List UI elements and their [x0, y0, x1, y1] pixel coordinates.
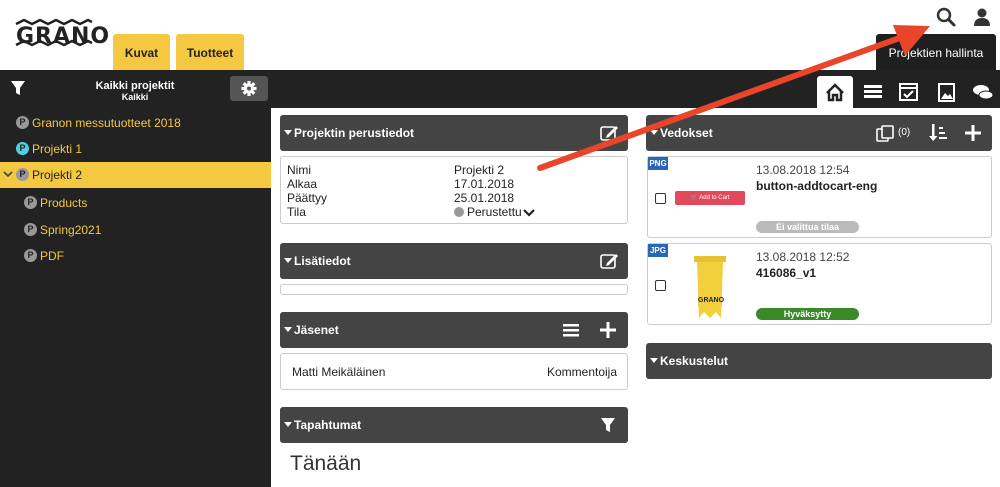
events-header[interactable]: Tapahtumat [280, 407, 628, 443]
logo-text: GRANO [16, 24, 111, 49]
search-icon[interactable] [936, 6, 956, 28]
project-select-title: Kaikki projektit [95, 80, 175, 92]
proofs-header[interactable]: Vedokset (0) [646, 115, 992, 151]
field-value: Projekti 2 [454, 163, 505, 177]
filter-icon[interactable] [10, 80, 26, 96]
cart-icon: 🛒 [690, 195, 698, 201]
proof-date: 13.08.2018 12:52 [756, 250, 850, 264]
home-view-tab[interactable] [817, 76, 853, 108]
list-view-icon[interactable] [856, 76, 890, 108]
proof-date: 13.08.2018 12:54 [756, 163, 850, 177]
list-icon[interactable] [563, 322, 579, 341]
chat-icon[interactable] [966, 76, 1000, 108]
proof-card[interactable]: JPG GRANO 13.08.2018 12:52 416086_v1 Hyv… [647, 243, 992, 325]
caret-down-icon [650, 358, 658, 363]
status-badge[interactable]: Ei valittua tilaa [756, 221, 859, 233]
status-select[interactable]: Perustettu [467, 205, 522, 219]
field-label: Päättyy [287, 191, 328, 205]
calendar-check-icon[interactable] [892, 76, 926, 108]
panel-title: Tapahtumat [294, 418, 362, 432]
filter-icon[interactable] [600, 417, 616, 436]
proof-checkbox[interactable] [655, 193, 666, 204]
panel-title: Projektin perustiedot [294, 126, 415, 140]
basic-info-body: Nimi Projekti 2 Alkaa 17.01.2018 Päättyy… [280, 156, 628, 224]
proof-thumbnail[interactable]: 🛒 Add to Cart [675, 191, 745, 205]
project-badge-icon: P [16, 116, 29, 129]
project-badge-icon: P [16, 142, 29, 155]
sidebar-item-label: Projekti 2 [32, 168, 83, 182]
project-select-subtitle: Kaikki [121, 92, 149, 102]
add-member-icon[interactable] [600, 322, 616, 341]
field-value: 25.01.2018 [454, 191, 515, 205]
app-header: GRANO Kuvat Tuotteet Projektien hallinta [0, 0, 1000, 70]
sidebar-item-projekti-1[interactable]: P Projekti 1 [0, 136, 271, 162]
chevron-down-icon[interactable] [523, 207, 535, 221]
sidebar-item-pdf[interactable]: P PDF [0, 243, 271, 269]
file-type-badge: PNG [648, 157, 668, 170]
project-badge-icon: P [24, 196, 37, 209]
sidebar-item-label: Products [40, 196, 88, 210]
settings-button[interactable] [230, 76, 268, 101]
tab-tuotteet[interactable]: Tuotteet [176, 34, 244, 70]
sidebar-item-projekti-2[interactable]: P Projekti 2 [0, 162, 271, 188]
field-label: Nimi [287, 163, 311, 177]
thumbnail-text: Add to Cart [699, 195, 730, 201]
sidebar-item-products[interactable]: P Products [0, 190, 271, 216]
image-icon[interactable] [930, 76, 964, 108]
file-type-badge: JPG [648, 244, 668, 257]
caret-down-icon [284, 130, 292, 135]
project-badge-icon: P [16, 168, 29, 181]
events-today-heading: Tänään [290, 452, 362, 475]
member-name: Matti Meikäläinen [292, 365, 386, 379]
project-select[interactable]: Kaikki projektit Kaikki [60, 80, 210, 102]
proof-thumbnail[interactable]: GRANO [694, 254, 726, 320]
sidebar-item-label: Granon messutuotteet 2018 [32, 116, 181, 130]
project-badge-icon: P [24, 249, 37, 262]
proof-card[interactable]: PNG 🛒 Add to Cart 13.08.2018 12:54 butto… [647, 156, 992, 238]
panel-title: Vedokset [660, 126, 713, 140]
panel-title: Jäsenet [294, 323, 339, 337]
caret-down-icon [284, 327, 292, 332]
proof-name[interactable]: button-addtocart-eng [756, 179, 877, 193]
edit-icon[interactable] [600, 124, 620, 145]
tab-kuvat[interactable]: Kuvat [113, 34, 170, 70]
proof-name[interactable]: 416086_v1 [756, 266, 816, 280]
field-label: Tila [287, 205, 306, 219]
sidebar-item-granon-messutuotteet[interactable]: P Granon messutuotteet 2018 [0, 110, 271, 136]
panel-title: Lisätiedot [294, 254, 351, 268]
thumbnail-text: GRANO [698, 297, 725, 304]
caret-down-icon [650, 130, 658, 135]
sidebar-item-label: Projekti 1 [32, 142, 83, 156]
field-value: 17.01.2018 [454, 177, 515, 191]
caret-down-icon [284, 422, 292, 427]
discussions-header[interactable]: Keskustelut [646, 343, 992, 379]
caret-down-icon [284, 258, 292, 263]
member-row[interactable]: Matti Meikäläinen Kommentoija [280, 353, 628, 390]
status-badge[interactable]: Hyväksytty [756, 308, 859, 320]
basic-info-header[interactable]: Projektin perustiedot [280, 115, 628, 151]
sidebar-item-label: Spring2021 [40, 223, 102, 237]
proof-checkbox[interactable] [655, 280, 666, 291]
compare-icon[interactable] [876, 125, 896, 145]
panel-title: Keskustelut [660, 354, 729, 368]
extra-info-header[interactable]: Lisätiedot [280, 243, 628, 279]
member-role: Kommentoija [546, 365, 617, 379]
status-dot-icon [454, 207, 464, 217]
field-label: Alkaa [287, 177, 318, 191]
members-header[interactable]: Jäsenet [280, 312, 628, 348]
tab-project-management[interactable]: Projektien hallinta [876, 34, 996, 70]
add-proof-icon[interactable] [965, 125, 981, 144]
user-icon[interactable] [972, 6, 992, 28]
sidebar-item-spring2021[interactable]: P Spring2021 [0, 217, 271, 243]
proofs-count: (0) [898, 127, 911, 138]
sort-icon[interactable] [928, 123, 948, 146]
sidebar-item-label: PDF [40, 249, 64, 263]
edit-icon[interactable] [600, 252, 620, 273]
extra-info-body [280, 284, 628, 295]
project-badge-icon: P [24, 223, 37, 236]
